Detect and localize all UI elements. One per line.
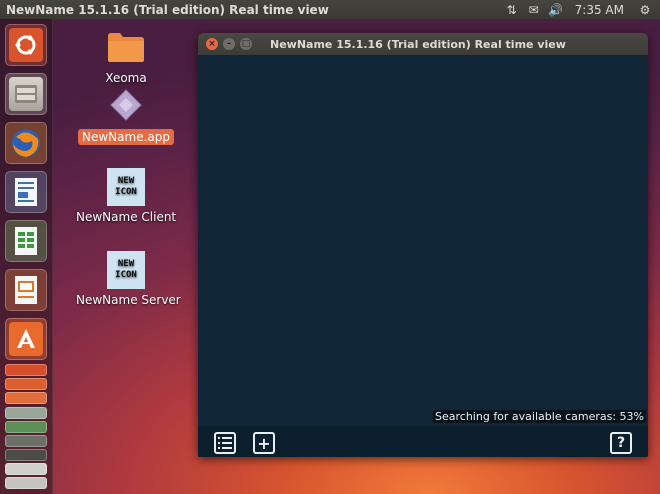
folder-icon — [108, 33, 144, 62]
launcher-stack-item[interactable] — [5, 463, 47, 475]
desktop-icon-newname-server[interactable]: NEW ICON NewName Server — [76, 251, 181, 307]
desktop-icon-xeoma[interactable]: Xeoma — [96, 30, 156, 85]
active-window-title: NewName 15.1.16 (Trial edition) Real tim… — [6, 2, 329, 17]
window-title: NewName 15.1.16 (Trial edition) Real tim… — [270, 37, 566, 51]
desktop-icon-newname-app[interactable]: NewName.app — [78, 88, 174, 145]
launcher-item-files[interactable] — [5, 73, 47, 115]
launcher-stack-item[interactable] — [5, 407, 47, 419]
launcher-stack-item[interactable] — [5, 449, 47, 461]
launcher-item-impress[interactable] — [5, 269, 47, 311]
add-camera-button[interactable]: + — [253, 432, 275, 454]
new-icon-placeholder-icon: NEW ICON — [107, 168, 145, 206]
system-tray: ⇅ ✉ 🔊 7:35 AM ⚙ — [501, 3, 660, 17]
launcher-item-calc[interactable] — [5, 220, 47, 262]
window-titlebar[interactable]: × – □ NewName 15.1.16 (Trial edition) Re… — [198, 33, 648, 55]
camera-view-area[interactable]: Searching for available cameras: 53% + ? — [198, 55, 648, 457]
firefox-icon — [9, 126, 43, 160]
new-icon-placeholder-icon: NEW ICON — [107, 251, 145, 289]
desktop-icon-label: NewName.app — [78, 129, 174, 145]
desktop-icon-label: NewName Client — [76, 210, 177, 224]
top-panel: NewName 15.1.16 (Trial edition) Real tim… — [0, 0, 660, 19]
launcher — [0, 19, 53, 494]
launcher-stack-item[interactable] — [5, 378, 47, 390]
launcher-item-dash[interactable] — [5, 24, 47, 66]
gear-icon[interactable]: ⚙ — [634, 3, 656, 17]
file-cabinet-icon — [9, 77, 43, 111]
close-icon[interactable]: × — [206, 38, 218, 50]
desktop-icon-label: NewName Server — [76, 293, 181, 307]
document-icon — [9, 175, 43, 209]
presentation-icon — [9, 273, 43, 307]
launcher-stack-item[interactable] — [5, 435, 47, 447]
spreadsheet-icon — [9, 224, 43, 258]
app-window: × – □ NewName 15.1.16 (Trial edition) Re… — [198, 33, 648, 457]
launcher-stack-item[interactable] — [5, 364, 47, 376]
clock[interactable]: 7:35 AM — [567, 3, 634, 17]
desktop-icon-label: Xeoma — [105, 71, 147, 85]
minimize-icon[interactable]: – — [223, 38, 235, 50]
volume-icon[interactable]: 🔊 — [545, 3, 567, 17]
app-diamond-icon — [110, 89, 142, 121]
status-text: Searching for available cameras: 53% — [433, 410, 646, 423]
window-bottom-toolbar: + ? — [198, 426, 648, 457]
launcher-item-firefox[interactable] — [5, 122, 47, 164]
ubuntu-logo-icon — [9, 28, 43, 62]
launcher-stack-item[interactable] — [5, 421, 47, 433]
help-button[interactable]: ? — [610, 432, 632, 454]
network-icon[interactable]: ⇅ — [501, 3, 523, 17]
desktop-icon-newname-client[interactable]: NEW ICON NewName Client — [76, 168, 176, 224]
mail-icon[interactable]: ✉ — [523, 3, 545, 17]
software-center-icon — [9, 322, 43, 356]
launcher-item-writer[interactable] — [5, 171, 47, 213]
launcher-stack-item[interactable] — [5, 392, 47, 404]
launcher-item-software-center[interactable] — [5, 318, 47, 360]
list-icon[interactable] — [214, 432, 236, 454]
maximize-icon[interactable]: □ — [240, 38, 252, 50]
launcher-stack-item[interactable] — [5, 477, 47, 489]
